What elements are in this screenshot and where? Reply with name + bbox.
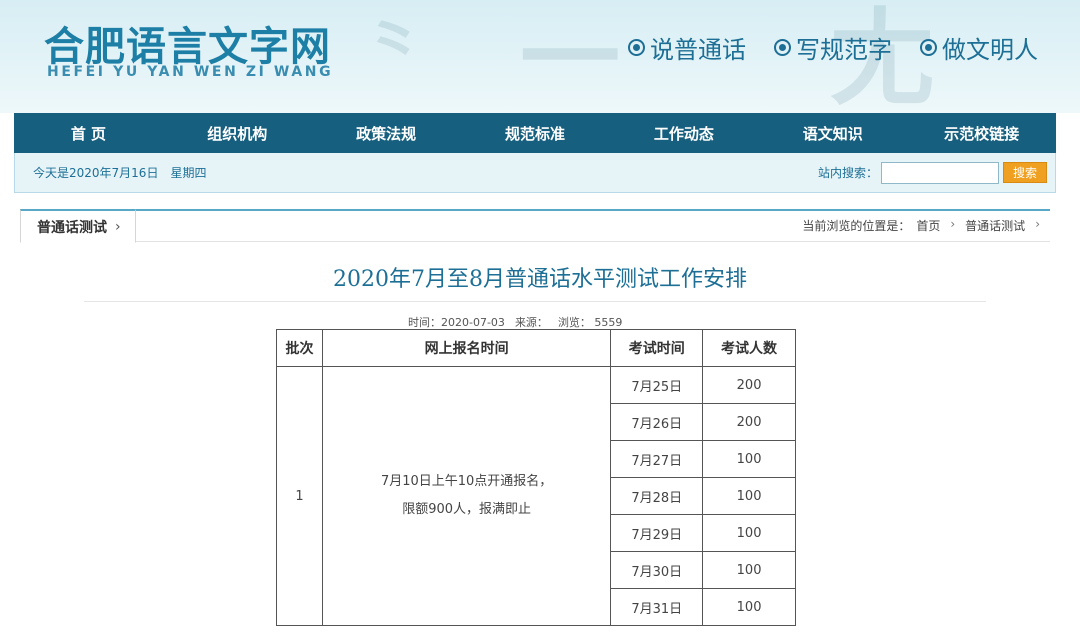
title-divider bbox=[84, 301, 986, 302]
registration-note-line: 限额900人，报满即止 bbox=[402, 502, 532, 517]
search-input[interactable] bbox=[880, 161, 999, 184]
batch-cell: 1 bbox=[276, 366, 323, 626]
slogan: 写规范字 bbox=[774, 30, 892, 65]
slogan: 做文明人 bbox=[920, 30, 1038, 65]
radio-dot-icon bbox=[920, 39, 937, 56]
article-source: 来源： bbox=[514, 316, 548, 329]
slogan-text: 说普通话 bbox=[650, 36, 746, 64]
date-text: 今天是2020年7月16日 bbox=[33, 166, 159, 180]
search-label: 站内搜索： bbox=[817, 166, 878, 180]
column-header: 网上报名时间 bbox=[321, 329, 612, 367]
exam-count-cell: 100 bbox=[702, 588, 796, 626]
exam-date-cell: 7月31日 bbox=[610, 588, 704, 626]
exam-count-cell: 100 bbox=[702, 440, 796, 478]
slogan-text: 做文明人 bbox=[942, 36, 1038, 64]
nav-item-school-links[interactable]: 示范校链接 bbox=[907, 123, 1056, 144]
breadcrumb-bar: 普通话测试 › 当前浏览的位置是： 首页 › 普通话测试 › bbox=[20, 209, 1050, 243]
article-views: 浏览： 5559 bbox=[557, 316, 623, 329]
table-header-row: 批次 网上报名时间 考试时间 考试人数 bbox=[276, 329, 796, 367]
breadcrumb: 当前浏览的位置是： 首页 › 普通话测试 › bbox=[802, 217, 1044, 234]
breadcrumb-item-home[interactable]: 首页 bbox=[916, 217, 940, 234]
exam-date-cell: 7月25日 bbox=[610, 366, 704, 404]
column-header: 考试时间 bbox=[610, 329, 704, 367]
article-time: 时间：2020-07-03 bbox=[408, 316, 505, 329]
exam-date-cell: 7月30日 bbox=[610, 551, 704, 589]
nav-item-knowledge[interactable]: 语文知识 bbox=[758, 123, 907, 144]
current-date: 今天是2020年7月16日 星期四 bbox=[33, 164, 206, 181]
search-button[interactable]: 搜索 bbox=[1002, 162, 1047, 183]
article-title: 2020年7月至8月普通话水平测试工作安排 bbox=[333, 267, 747, 292]
section-tab-label: 普通话测试 bbox=[37, 219, 107, 236]
exam-count-cell: 100 bbox=[702, 477, 796, 515]
weekday-text: 星期四 bbox=[170, 166, 207, 180]
column-header: 考试人数 bbox=[702, 329, 796, 367]
section-tab[interactable]: 普通话测试 › bbox=[20, 209, 136, 243]
exam-count-cell: 100 bbox=[702, 551, 796, 589]
site-search: 站内搜索： 搜索 bbox=[817, 161, 1047, 184]
site-header: ⺀ ⼀ ⼪ 合肥语言文字网 HEFEI YU YAN WEN ZI WANG 说… bbox=[0, 0, 1080, 113]
breadcrumb-label: 当前浏览的位置是： bbox=[802, 219, 911, 233]
radio-dot-icon bbox=[774, 39, 791, 56]
column-header: 批次 bbox=[276, 329, 323, 367]
exam-date-cell: 7月28日 bbox=[610, 477, 704, 515]
site-logo-english: HEFEI YU YAN WEN ZI WANG bbox=[47, 64, 334, 80]
chevron-right-icon: › bbox=[115, 218, 121, 235]
exam-count-cell: 100 bbox=[702, 514, 796, 552]
registration-cell: 7月10日上午10点开通报名， 限额900人，报满即止 bbox=[321, 366, 612, 626]
chevron-right-icon: › bbox=[950, 217, 956, 231]
nav-item-organization[interactable]: 组织机构 bbox=[163, 123, 312, 144]
schedule-table: 批次 网上报名时间 考试时间 考试人数 1 7月10日上午10点开通报名， 限额… bbox=[276, 329, 796, 626]
nav-item-standards[interactable]: 规范标准 bbox=[461, 123, 610, 144]
table-row: 1 7月10日上午10点开通报名， 限额900人，报满即止 7月25日 200 bbox=[276, 366, 796, 626]
article-meta: 时间：2020-07-03 来源： 浏览： 5559 bbox=[408, 314, 622, 330]
radio-dot-icon bbox=[628, 39, 645, 56]
info-bar: 今天是2020年7月16日 星期四 站内搜索： 搜索 bbox=[14, 153, 1056, 193]
main-nav: 首 页 组织机构 政策法规 规范标准 工作动态 语文知识 示范校链接 bbox=[14, 113, 1056, 153]
breadcrumb-item-current[interactable]: 普通话测试 bbox=[965, 217, 1025, 234]
slogan-list: 说普通话 写规范字 做文明人 bbox=[628, 30, 1038, 65]
decor-calligraphy: ⼀ bbox=[520, 0, 620, 113]
exam-date-cell: 7月27日 bbox=[610, 440, 704, 478]
nav-item-home[interactable]: 首 页 bbox=[14, 123, 163, 144]
exam-date-cell: 7月29日 bbox=[610, 514, 704, 552]
decor-calligraphy: ⺀ bbox=[360, 8, 429, 88]
slogan: 说普通话 bbox=[628, 30, 746, 65]
nav-item-news[interactable]: 工作动态 bbox=[609, 123, 758, 144]
slogan-text: 写规范字 bbox=[796, 36, 892, 64]
exam-count-cell: 200 bbox=[702, 366, 796, 404]
nav-item-policy[interactable]: 政策法规 bbox=[312, 123, 461, 144]
exam-count-cell: 200 bbox=[702, 403, 796, 441]
registration-note-line: 7月10日上午10点开通报名， bbox=[380, 474, 553, 489]
chevron-right-icon: › bbox=[1035, 217, 1040, 231]
exam-date-cell: 7月26日 bbox=[610, 403, 704, 441]
